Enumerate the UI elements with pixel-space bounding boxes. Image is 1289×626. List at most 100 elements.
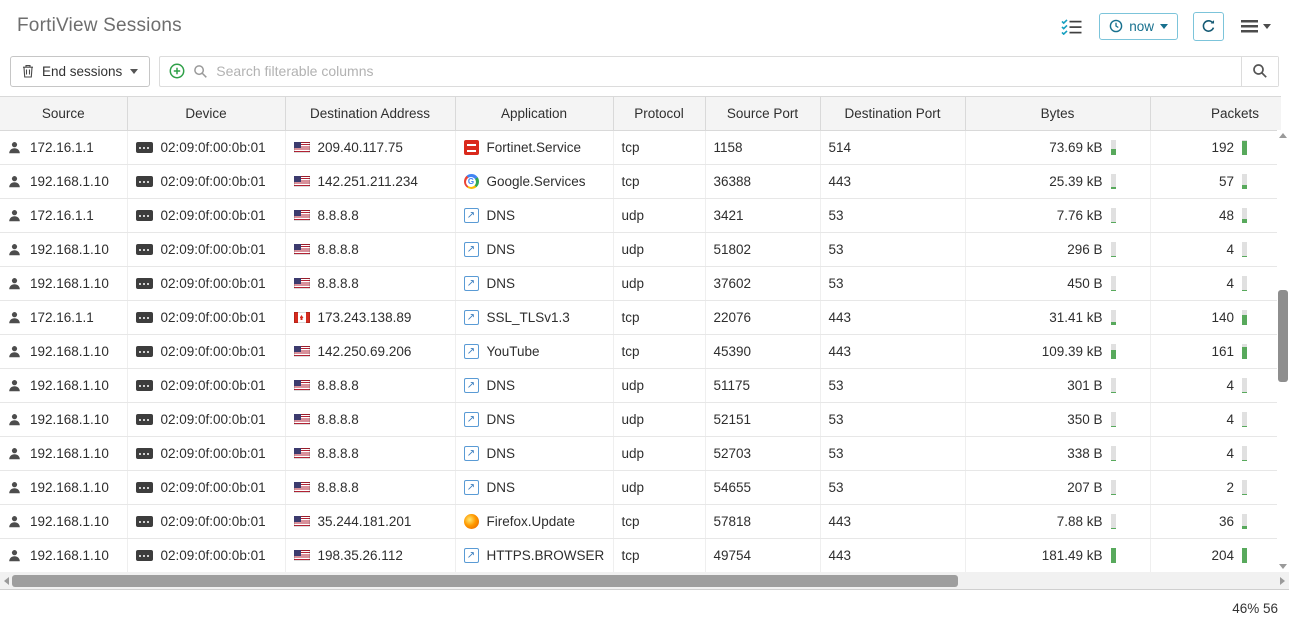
source-port-value: 54655 bbox=[714, 480, 752, 495]
column-header-bytes[interactable]: Bytes bbox=[965, 97, 1150, 131]
session-row[interactable]: 192.168.1.10 02:09:0f:00:0b:01 8.8.8.8 D… bbox=[0, 403, 1281, 437]
destination-ip: 8.8.8.8 bbox=[318, 412, 359, 427]
bytes-value: 350 B bbox=[1067, 412, 1102, 427]
bytes-value: 338 B bbox=[1067, 446, 1102, 461]
scroll-right-arrow-icon[interactable] bbox=[1280, 577, 1285, 585]
packets-bar bbox=[1242, 344, 1247, 359]
session-row[interactable]: 192.168.1.10 02:09:0f:00:0b:01 8.8.8.8 D… bbox=[0, 369, 1281, 403]
user-icon bbox=[8, 277, 21, 290]
end-sessions-button[interactable]: End sessions bbox=[10, 56, 150, 87]
device-mac-icon bbox=[136, 414, 153, 425]
column-header-destination-port[interactable]: Destination Port bbox=[820, 97, 965, 131]
device-mac-icon bbox=[136, 550, 153, 561]
application-name: DNS bbox=[487, 276, 516, 291]
packets-bar bbox=[1242, 174, 1247, 189]
destination-ip: 8.8.8.8 bbox=[318, 378, 359, 393]
packets-bar bbox=[1242, 514, 1247, 529]
protocol-value: udp bbox=[622, 276, 645, 291]
scroll-down-arrow-icon[interactable] bbox=[1279, 564, 1287, 569]
device-mac-icon bbox=[136, 210, 153, 221]
device-mac: 02:09:0f:00:0b:01 bbox=[161, 310, 266, 325]
session-row[interactable]: 192.168.1.10 02:09:0f:00:0b:01 198.35.26… bbox=[0, 539, 1281, 573]
time-range-button[interactable]: now bbox=[1099, 13, 1178, 40]
page-title: FortiView Sessions bbox=[17, 15, 182, 37]
destination-ip: 8.8.8.8 bbox=[318, 208, 359, 223]
packets-bar-fill bbox=[1242, 460, 1247, 462]
protocol-value: tcp bbox=[622, 548, 640, 563]
session-row[interactable]: 192.168.1.10 02:09:0f:00:0b:01 8.8.8.8 D… bbox=[0, 267, 1281, 301]
bytes-value: 296 B bbox=[1067, 242, 1102, 257]
session-row[interactable]: 192.168.1.10 02:09:0f:00:0b:01 35.244.18… bbox=[0, 505, 1281, 539]
column-header-packets[interactable]: Packets bbox=[1150, 97, 1281, 131]
session-row[interactable]: 172.16.1.1 02:09:0f:00:0b:01 8.8.8.8 DNS… bbox=[0, 199, 1281, 233]
dns-app-icon bbox=[464, 242, 479, 257]
source-ip: 192.168.1.10 bbox=[30, 412, 109, 427]
horizontal-scrollbar-thumb[interactable] bbox=[12, 575, 958, 587]
flag-us-icon bbox=[294, 210, 310, 221]
flag-us-icon bbox=[294, 414, 310, 425]
session-row[interactable]: 192.168.1.10 02:09:0f:00:0b:01 8.8.8.8 D… bbox=[0, 471, 1281, 505]
session-row[interactable]: 172.16.1.1 02:09:0f:00:0b:01 173.243.138… bbox=[0, 301, 1281, 335]
device-mac-icon bbox=[136, 516, 153, 527]
column-header-destination-address[interactable]: Destination Address bbox=[285, 97, 455, 131]
source-ip: 192.168.1.10 bbox=[30, 242, 109, 257]
packets-value: 36 bbox=[1219, 514, 1234, 529]
session-row[interactable]: 192.168.1.10 02:09:0f:00:0b:01 142.251.2… bbox=[0, 165, 1281, 199]
search-input[interactable] bbox=[216, 57, 1241, 86]
flag-us-icon bbox=[294, 244, 310, 255]
source-ip: 192.168.1.10 bbox=[30, 276, 109, 291]
search-button[interactable] bbox=[1241, 57, 1278, 86]
application-name: DNS bbox=[487, 446, 516, 461]
user-icon bbox=[8, 141, 21, 154]
bytes-bar bbox=[1111, 208, 1116, 223]
bytes-value: 301 B bbox=[1067, 378, 1102, 393]
session-row[interactable]: 192.168.1.10 02:09:0f:00:0b:01 142.250.6… bbox=[0, 335, 1281, 369]
scroll-left-arrow-icon[interactable] bbox=[4, 577, 9, 585]
status-bar: 46% 56 bbox=[0, 589, 1289, 626]
protocol-value: tcp bbox=[622, 310, 640, 325]
bytes-bar bbox=[1111, 480, 1116, 495]
session-row[interactable]: 192.168.1.10 02:09:0f:00:0b:01 8.8.8.8 D… bbox=[0, 437, 1281, 471]
column-header-source-port[interactable]: Source Port bbox=[705, 97, 820, 131]
source-ip: 172.16.1.1 bbox=[30, 310, 94, 325]
protocol-value: udp bbox=[622, 412, 645, 427]
user-icon bbox=[8, 447, 21, 460]
user-icon bbox=[8, 175, 21, 188]
dns-app-icon bbox=[464, 378, 479, 393]
column-header-protocol[interactable]: Protocol bbox=[613, 97, 705, 131]
application-name: Fortinet.Service bbox=[487, 140, 582, 155]
vertical-scrollbar[interactable] bbox=[1277, 130, 1289, 572]
bytes-bar-fill bbox=[1111, 187, 1116, 189]
packets-value: 48 bbox=[1219, 208, 1234, 223]
user-icon bbox=[8, 379, 21, 392]
firefox-app-icon bbox=[464, 514, 479, 529]
bytes-value: 7.76 kB bbox=[1057, 208, 1103, 223]
titlebar: FortiView Sessions now bbox=[0, 0, 1289, 52]
device-mac: 02:09:0f:00:0b:01 bbox=[161, 514, 266, 529]
column-header-application[interactable]: Application bbox=[455, 97, 613, 131]
destination-ip: 35.244.181.201 bbox=[318, 514, 412, 529]
column-header-device[interactable]: Device bbox=[127, 97, 285, 131]
menu-button[interactable] bbox=[1239, 18, 1273, 35]
session-row[interactable]: 172.16.1.1 02:09:0f:00:0b:01 209.40.117.… bbox=[0, 131, 1281, 165]
dns-app-icon bbox=[464, 276, 479, 291]
device-mac: 02:09:0f:00:0b:01 bbox=[161, 208, 266, 223]
scroll-up-arrow-icon[interactable] bbox=[1279, 133, 1287, 138]
protocol-value: udp bbox=[622, 378, 645, 393]
application-name: YouTube bbox=[487, 344, 540, 359]
horizontal-scrollbar[interactable] bbox=[0, 572, 1289, 589]
fortinet-app-icon bbox=[464, 140, 479, 155]
protocol-value: udp bbox=[622, 446, 645, 461]
packets-bar bbox=[1242, 378, 1247, 393]
add-filter-button[interactable] bbox=[169, 63, 185, 79]
destination-port-value: 53 bbox=[829, 446, 844, 461]
device-mac: 02:09:0f:00:0b:01 bbox=[161, 242, 266, 257]
column-header-source[interactable]: Source bbox=[0, 97, 127, 131]
packets-bar-fill bbox=[1242, 290, 1247, 292]
refresh-button[interactable] bbox=[1193, 12, 1224, 41]
vertical-scrollbar-thumb[interactable] bbox=[1278, 290, 1288, 382]
column-settings-button[interactable] bbox=[1059, 16, 1084, 37]
flag-us-icon bbox=[294, 346, 310, 357]
session-row[interactable]: 192.168.1.10 02:09:0f:00:0b:01 8.8.8.8 D… bbox=[0, 233, 1281, 267]
youtube-app-icon bbox=[464, 344, 479, 359]
